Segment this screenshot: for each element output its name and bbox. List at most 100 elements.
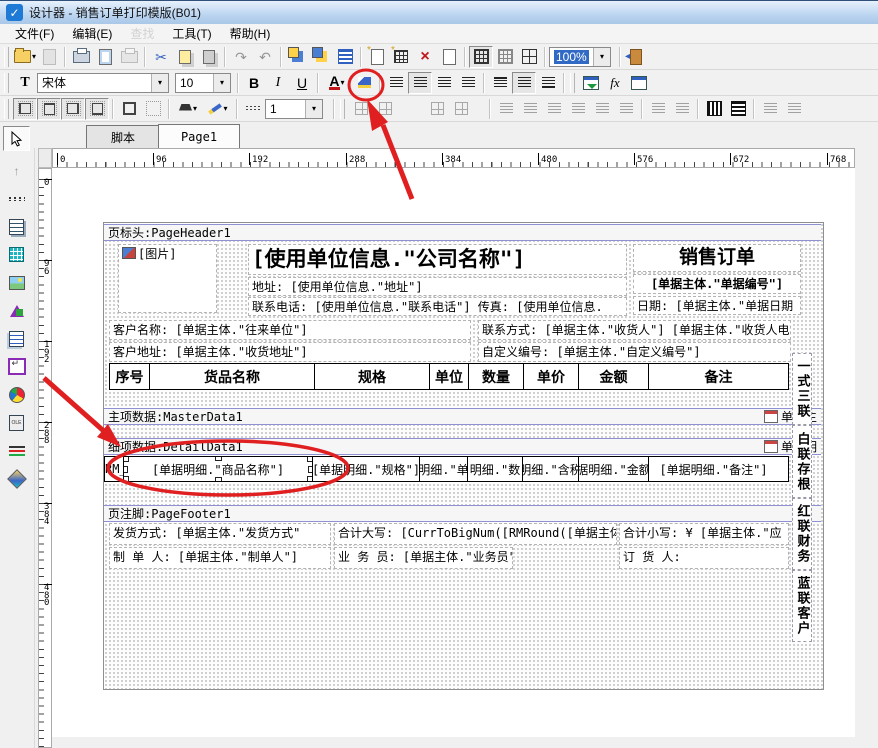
table-header-row[interactable]: 序号 货品名称 规格 单位 数量 单价 金额 备注	[109, 363, 789, 390]
border-all-button[interactable]	[117, 98, 141, 120]
col-remark[interactable]: 备注	[649, 364, 788, 389]
zoom-caret-icon[interactable]: ▾	[593, 48, 610, 66]
chart-tool-button[interactable]	[3, 382, 30, 407]
print-preview-button[interactable]	[93, 46, 117, 68]
copy-label-3[interactable]: 红联财务	[792, 498, 812, 570]
toolbar-grip[interactable]	[4, 47, 9, 67]
toolbar-grip[interactable]	[340, 99, 345, 119]
field-address[interactable]: 地址: [使用单位信息."地址"]	[248, 277, 627, 296]
shape-tool-button[interactable]	[3, 298, 30, 323]
new-page-button[interactable]	[437, 46, 461, 68]
selection-handle[interactable]	[215, 457, 222, 461]
field-doc-date[interactable]: 日期: [单据主体."单据日期	[633, 296, 801, 315]
detail-cell-amount[interactable]: 据明细."金额	[579, 457, 649, 481]
image-tool-button[interactable]	[3, 270, 30, 295]
copy-label-2[interactable]: 白联存根	[792, 425, 812, 498]
send-to-back-button[interactable]	[309, 46, 333, 68]
crystal-tool-button[interactable]	[3, 466, 30, 491]
selection-handle[interactable]	[215, 477, 222, 481]
highlight-button[interactable]	[352, 72, 376, 94]
detail-cell-remark[interactable]: [单据明细."备注"]	[649, 457, 778, 481]
font-size-combobox[interactable]: 10 ▾	[175, 73, 231, 93]
selection-handle[interactable]	[124, 457, 129, 462]
split-panes-button[interactable]	[517, 46, 541, 68]
copy-label-1[interactable]: 一式三联	[792, 353, 812, 425]
align-justify-button[interactable]	[456, 72, 480, 94]
font-name-combobox[interactable]: 宋体 ▾	[37, 73, 169, 93]
insert-band-button[interactable]: *	[365, 46, 389, 68]
col-qty[interactable]: 数量	[469, 364, 524, 389]
selection-handle[interactable]	[124, 466, 128, 473]
field-company-name[interactable]: [使用单位信息."公司名称"]	[248, 244, 627, 275]
col-spec[interactable]: 规格	[315, 364, 430, 389]
field-total-num[interactable]: 合计小写: ¥ [单据主体."应	[619, 523, 789, 545]
richtext-tool-button[interactable]	[3, 326, 30, 351]
copy-label-4[interactable]: 蓝联客户	[792, 570, 812, 642]
selection-handle[interactable]	[308, 466, 313, 473]
col-seq[interactable]: 序号	[110, 364, 150, 389]
menu-tools[interactable]: 工具(T)	[163, 23, 220, 44]
band-master-data[interactable]: 主项数据:MasterData1 单据主	[104, 408, 821, 425]
same-width-button[interactable]	[702, 98, 726, 120]
barcode-tool-button[interactable]	[3, 438, 30, 463]
exit-button[interactable]	[624, 46, 648, 68]
band-detail-data[interactable]: 细项数据:DetailData1 单据明	[104, 438, 821, 455]
report-page[interactable]: 页标头:PageHeader1 [图片] [使用单位信息."公司名称"] 地址:…	[103, 222, 824, 690]
delete-button[interactable]: ×	[413, 46, 437, 68]
zoom-combobox[interactable]: 100% ▾	[549, 47, 611, 67]
detail-cell-unit[interactable]: 明细."单	[420, 457, 468, 481]
detail-cell-spec[interactable]: [单据明细."规格"]	[313, 457, 420, 481]
col-amount[interactable]: 金额	[579, 364, 649, 389]
toolbar-grip[interactable]	[570, 73, 575, 93]
col-unit[interactable]: 单位	[430, 364, 469, 389]
field-orderer[interactable]: 订 货 人:	[619, 547, 789, 569]
fill-color-button[interactable]: ▾	[173, 98, 203, 120]
bring-to-front-button[interactable]	[285, 46, 309, 68]
line-style-button[interactable]	[241, 98, 265, 120]
cut-button[interactable]: ✂	[149, 46, 173, 68]
field-total-caps[interactable]: 合计大写: [CurrToBigNum([RMRound([单据主体."	[334, 523, 617, 545]
expression-button[interactable]: fx	[603, 72, 627, 94]
label-tool-button[interactable]	[3, 214, 30, 239]
subreport-tool-button[interactable]	[3, 354, 30, 379]
align-center-button[interactable]	[408, 72, 432, 94]
print-button[interactable]	[69, 46, 93, 68]
col-price[interactable]: 单价	[524, 364, 579, 389]
field-image[interactable]: [图片]	[118, 244, 217, 313]
valign-middle-button[interactable]	[512, 72, 536, 94]
font-size-caret-icon[interactable]: ▾	[213, 74, 230, 92]
menu-file[interactable]: 文件(F)	[6, 23, 63, 44]
memo-button[interactable]	[627, 72, 651, 94]
insert-frame-button[interactable]: *	[389, 46, 413, 68]
band-page-header[interactable]: 页标头:PageHeader1	[104, 224, 821, 241]
snap-to-grid-button[interactable]	[493, 46, 517, 68]
border-right-button[interactable]	[61, 98, 85, 120]
underline-button[interactable]: U	[290, 72, 314, 94]
detail-cell-lineno[interactable]: RM_Li	[105, 457, 124, 481]
tab-page1[interactable]: Page1	[158, 124, 240, 148]
show-grid-button[interactable]	[469, 46, 493, 68]
detail-cell-price[interactable]: 明细."含税	[523, 457, 579, 481]
toolbar-grip[interactable]	[4, 73, 9, 93]
field-customer-contact[interactable]: 联系方式: [单据主体."收货人"] [单据主体."收货人电	[478, 320, 791, 340]
same-height-button[interactable]	[726, 98, 750, 120]
detail-cell-product-selected[interactable]: [单据明细."商品名称"]	[124, 457, 313, 481]
valign-top-button[interactable]	[488, 72, 512, 94]
design-canvas[interactable]: 页标头:PageHeader1 [图片] [使用单位信息."公司名称"] 地址:…	[52, 168, 855, 737]
menu-help[interactable]: 帮助(H)	[221, 23, 280, 44]
field-customer-address[interactable]: 客户地址: [单据主体."收货地址"]	[109, 342, 471, 362]
border-bottom-button[interactable]	[85, 98, 109, 120]
field-phone-fax[interactable]: 联系电话: [使用单位信息."联系电话"] 传真: [使用单位信息.	[248, 297, 627, 316]
copy-button[interactable]	[173, 46, 197, 68]
font-name-caret-icon[interactable]: ▾	[151, 74, 168, 92]
open-button[interactable]: ▾	[13, 46, 37, 68]
field-maker[interactable]: 制 单 人: [单据主体."制单人"]	[109, 547, 331, 569]
font-color-button[interactable]: A▾	[322, 72, 352, 94]
toolbar-grip[interactable]	[4, 99, 9, 119]
band-page-footer[interactable]: 页注脚:PageFooter1	[104, 505, 821, 522]
field-doc-number[interactable]: [单据主体."单据编号"]	[633, 274, 801, 294]
border-none-button[interactable]	[141, 98, 165, 120]
selection-handle[interactable]	[124, 476, 129, 481]
line-tool-button[interactable]	[3, 186, 30, 211]
ole-tool-button[interactable]: OLE	[3, 410, 30, 435]
